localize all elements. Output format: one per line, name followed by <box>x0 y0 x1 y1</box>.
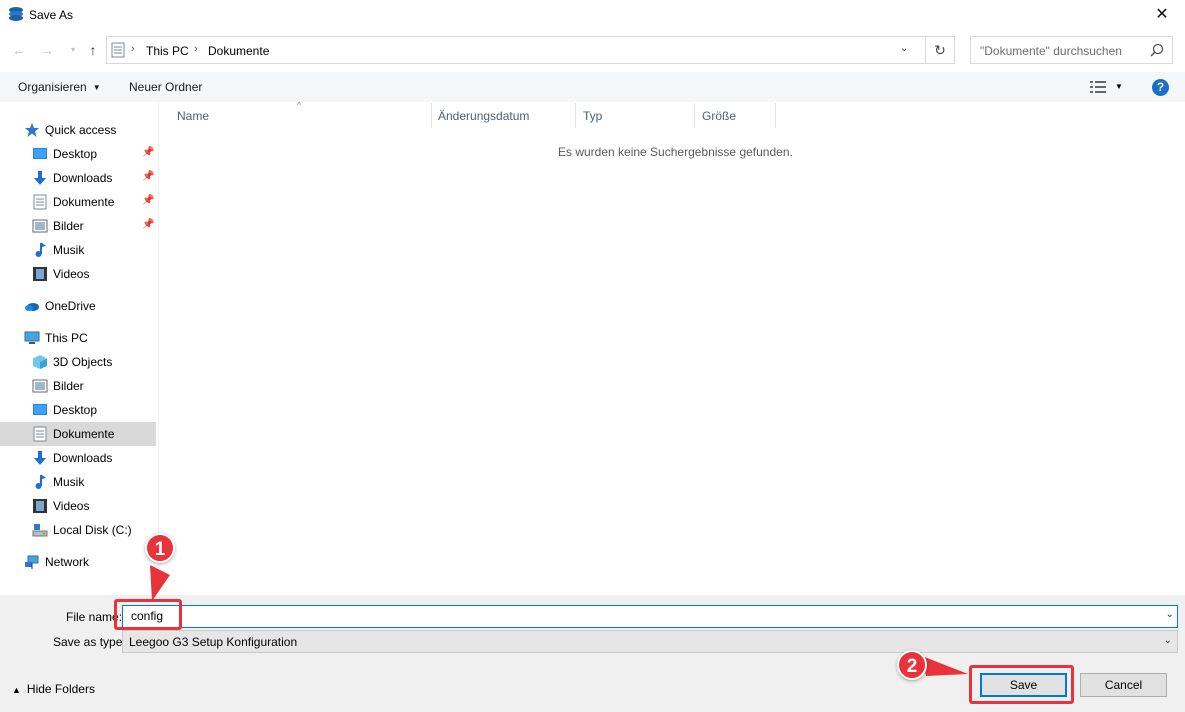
refresh-icon[interactable]: ↻ <box>926 36 955 64</box>
desktop-icon <box>33 404 47 415</box>
column-separator[interactable] <box>775 103 776 128</box>
view-options-icon[interactable] <box>1090 80 1106 94</box>
cancel-button[interactable]: Cancel <box>1080 673 1167 697</box>
title-bar: Save As ✕ <box>0 0 1185 30</box>
pin-icon: 📌 <box>142 195 155 206</box>
back-arrow-icon[interactable]: ← <box>10 41 28 59</box>
column-header-name[interactable]: Name ^ <box>159 100 431 128</box>
download-arrow-icon <box>34 451 46 465</box>
sidebar-item-desktop[interactable]: Desktop <box>0 398 156 422</box>
sidebar-item-bilder[interactable]: Bilder 📌 <box>0 214 156 238</box>
sidebar-item-bilder[interactable]: Bilder <box>0 374 156 398</box>
filename-input[interactable] <box>131 609 1151 623</box>
empty-results-message: Es wurden keine Suchergebnisse gefunden. <box>558 145 793 159</box>
search-input[interactable]: "Dokumente" durchsuchen <box>970 36 1173 64</box>
desktop-icon <box>33 148 47 159</box>
cloud-icon <box>25 303 39 311</box>
download-arrow-icon <box>34 171 46 185</box>
pictures-icon <box>32 379 48 393</box>
sidebar-item-quick-access[interactable]: Quick access <box>0 118 156 142</box>
breadcrumb-this-pc[interactable]: This PC <box>146 44 189 58</box>
organize-menu[interactable]: Organisieren ▼ <box>18 80 101 94</box>
pin-icon: 📌 <box>142 171 155 182</box>
network-icon <box>25 555 39 569</box>
sort-caret-icon: ^ <box>297 100 302 110</box>
sidebar-item-downloads[interactable]: Downloads 📌 <box>0 166 156 190</box>
savetype-label: Save as type: <box>53 635 126 649</box>
app-stack-icon <box>9 7 23 21</box>
document-icon <box>33 426 47 442</box>
up-arrow-icon[interactable]: ↑ <box>84 41 102 59</box>
annotation-highlight-save <box>969 665 1074 704</box>
savetype-value: Leegoo G3 Setup Konfiguration <box>129 635 298 649</box>
recent-locations-chevron-icon[interactable]: ▾ <box>64 41 82 59</box>
column-header-type[interactable]: Typ <box>576 103 694 128</box>
column-header-size[interactable]: Größe <box>695 103 775 128</box>
sidebar-item-onedrive[interactable]: OneDrive <box>0 294 156 318</box>
pin-icon: 📌 <box>142 219 155 230</box>
filename-field[interactable]: ⌄ <box>122 605 1178 628</box>
music-note-icon <box>35 243 46 257</box>
navigation-bar: ← → ▾ ↑ › This PC › Dokumente ⌄ ↻ "Dokum… <box>0 35 1185 65</box>
sidebar-item-videos[interactable]: Videos <box>0 262 156 286</box>
document-icon <box>33 194 47 210</box>
new-folder-button[interactable]: Neuer Ordner <box>129 80 202 94</box>
drive-icon <box>32 524 48 537</box>
pin-icon: 📌 <box>142 147 155 158</box>
sidebar-item-this-pc[interactable]: This PC <box>0 326 156 350</box>
navigation-pane: Quick access Desktop 📌 Downloads 📌 Dokum… <box>0 110 158 595</box>
sidebar-item-musik[interactable]: Musik <box>0 238 156 262</box>
annotation-highlight-filename <box>114 599 182 630</box>
sidebar-item-musik[interactable]: Musik <box>0 470 156 494</box>
close-icon[interactable]: ✕ <box>1139 0 1185 30</box>
column-header-date[interactable]: Änderungsdatum <box>432 103 575 128</box>
document-folder-icon <box>111 42 125 58</box>
file-list[interactable]: Name ^ Änderungsdatum Typ Größe Es wurde… <box>159 100 1182 593</box>
filename-history-chevron-icon[interactable]: ⌄ <box>1166 609 1174 620</box>
sidebar-item-dokumente[interactable]: Dokumente <box>0 422 156 446</box>
sidebar-item-local-disk[interactable]: Local Disk (C:) <box>0 518 156 542</box>
address-bar[interactable]: › This PC › Dokumente ⌄ <box>106 36 926 64</box>
hide-folders-toggle[interactable]: ▲ Hide Folders <box>12 682 95 696</box>
annotation-badge-1: 1 <box>145 533 175 563</box>
pictures-icon <box>32 219 48 233</box>
sidebar-item-videos[interactable]: Videos <box>0 494 156 518</box>
sidebar-item-network[interactable]: Network <box>0 550 156 574</box>
search-icon <box>1150 43 1164 57</box>
sidebar-item-desktop[interactable]: Desktop 📌 <box>0 142 156 166</box>
film-icon <box>33 267 47 281</box>
breadcrumb-separator-icon: › <box>194 43 198 55</box>
forward-arrow-icon[interactable]: → <box>38 41 56 59</box>
savetype-select[interactable]: Leegoo G3 Setup Konfiguration ⌄ <box>122 630 1178 653</box>
music-note-icon <box>35 475 46 489</box>
caret-up-icon: ▲ <box>12 685 21 695</box>
dropdown-arrow-icon: ▼ <box>92 83 101 93</box>
film-icon <box>33 499 47 513</box>
annotation-badge-2: 2 <box>897 650 927 680</box>
computer-icon <box>24 331 40 344</box>
cube-icon <box>33 355 47 369</box>
search-placeholder: "Dokumente" durchsuchen <box>980 44 1122 58</box>
sidebar-item-dokumente[interactable]: Dokumente 📌 <box>0 190 156 214</box>
help-icon[interactable]: ? <box>1152 79 1169 96</box>
address-history-chevron-icon[interactable]: ⌄ <box>900 43 908 54</box>
command-bar: Organisieren ▼ Neuer Ordner ▼ ? <box>0 72 1185 102</box>
window-title: Save As <box>29 8 74 22</box>
breadcrumb-separator-icon: › <box>131 43 135 55</box>
breadcrumb-dokumente[interactable]: Dokumente <box>208 44 269 58</box>
view-dropdown-arrow-icon[interactable]: ▼ <box>1115 82 1123 91</box>
sidebar-item-downloads[interactable]: Downloads <box>0 446 156 470</box>
sidebar-item-3d-objects[interactable]: 3D Objects <box>0 350 156 374</box>
savetype-chevron-icon[interactable]: ⌄ <box>1164 635 1172 646</box>
star-icon <box>25 123 39 137</box>
